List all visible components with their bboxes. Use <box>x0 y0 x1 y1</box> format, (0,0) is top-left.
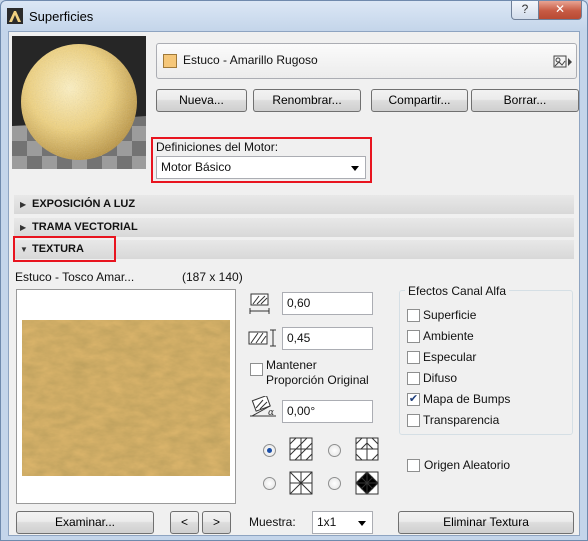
material-name: Estuco - Amarillo Rugoso <box>183 53 318 67</box>
sample-dropdown[interactable]: 1x1 <box>312 511 373 534</box>
engine-value: Motor Básico <box>161 160 232 174</box>
material-selector[interactable]: Estuco - Amarillo Rugoso <box>156 43 577 79</box>
close-button[interactable]: ✕ <box>538 1 582 20</box>
texture-name: Estuco - Tosco Amar... <box>15 270 135 284</box>
alpha-effect-checkbox[interactable] <box>407 309 420 322</box>
texture-height-icon <box>248 329 276 347</box>
sample-value: 1x1 <box>317 515 337 529</box>
texture-width-icon <box>249 293 270 314</box>
previous-texture-button[interactable]: < <box>170 511 199 534</box>
texture-angle-icon: α <box>250 396 276 418</box>
material-browser-icon <box>553 55 572 68</box>
expand-arrow-icon: ▶ <box>20 200 27 209</box>
alpha-effect-label: Superficie <box>423 308 477 322</box>
texture-preview-frame <box>16 289 236 504</box>
section-vector-hatching[interactable]: ▶ TRAMA VECTORIAL <box>14 218 574 237</box>
remove-texture-button[interactable]: Eliminar Textura <box>398 511 574 534</box>
share-button[interactable]: Compartir... <box>371 89 468 112</box>
texture-highlight <box>13 236 116 262</box>
alpha-effect-label: Especular <box>423 350 477 364</box>
orientation-radio-4[interactable] <box>328 477 341 490</box>
browse-button[interactable]: Examinar... <box>16 511 154 534</box>
engine-dropdown[interactable]: Motor Básico <box>156 156 366 179</box>
surfaces-dialog: Superficies ? ✕ Estuco - Amarillo Rugoso… <box>0 0 588 541</box>
orientation-normal-icon <box>289 437 313 461</box>
alpha-effect-checkbox[interactable] <box>407 414 420 427</box>
alpha-effect-label: Transparencia <box>423 413 500 427</box>
orientation-radio-1[interactable] <box>263 444 276 457</box>
chevron-down-icon <box>358 521 366 526</box>
window-title: Superficies <box>29 9 94 24</box>
chevron-down-icon <box>351 166 359 171</box>
texture-width-input[interactable]: 0,60 <box>282 292 373 315</box>
next-texture-button[interactable]: > <box>202 511 231 534</box>
alpha-effect-label: Mapa de Bumps <box>423 392 511 406</box>
expand-arrow-icon: ▶ <box>20 223 27 232</box>
keep-ratio-checkbox[interactable] <box>250 363 263 376</box>
dialog-body: Estuco - Amarillo Rugoso Nueva... Renomb… <box>8 31 580 536</box>
texture-height-input[interactable]: 0,45 <box>282 327 373 350</box>
delete-button[interactable]: Borrar... <box>471 89 579 112</box>
orientation-mirror-y-icon <box>289 471 313 495</box>
keep-ratio-label: Mantener Proporción Original <box>266 358 369 387</box>
sample-label: Muestra: <box>249 515 296 529</box>
material-preview <box>12 36 146 169</box>
alpha-effect-label: Ambiente <box>423 329 474 343</box>
section-exposure[interactable]: ▶ EXPOSICIÓN A LUZ <box>14 195 574 214</box>
texture-image <box>22 320 230 476</box>
help-button[interactable]: ? <box>511 1 539 20</box>
title-bar[interactable]: Superficies ? ✕ <box>1 1 587 31</box>
orientation-mirror-x-icon <box>355 437 379 461</box>
alpha-effect-checkbox[interactable]: ✔ <box>407 393 420 406</box>
archicad-app-icon <box>7 8 23 24</box>
orientation-mirror-xy-icon <box>355 471 379 495</box>
rename-button[interactable]: Renombrar... <box>253 89 361 112</box>
engine-label: Definiciones del Motor: <box>156 140 279 154</box>
new-button[interactable]: Nueva... <box>156 89 247 112</box>
texture-angle-input[interactable]: 0,00° <box>282 400 373 423</box>
random-origin-checkbox[interactable] <box>407 459 420 472</box>
alpha-effect-checkbox[interactable] <box>407 330 420 343</box>
random-origin-label: Origen Aleatorio <box>424 458 511 472</box>
alpha-effect-checkbox[interactable] <box>407 372 420 385</box>
orientation-radio-2[interactable] <box>328 444 341 457</box>
alpha-effect-checkbox[interactable] <box>407 351 420 364</box>
material-swatch <box>163 54 177 68</box>
orientation-radio-3[interactable] <box>263 477 276 490</box>
alpha-effects-title: Efectos Canal Alfa <box>405 284 510 298</box>
alpha-effect-label: Difuso <box>423 371 458 385</box>
svg-text:α: α <box>268 408 274 418</box>
texture-size: (187 x 140) <box>182 270 243 284</box>
